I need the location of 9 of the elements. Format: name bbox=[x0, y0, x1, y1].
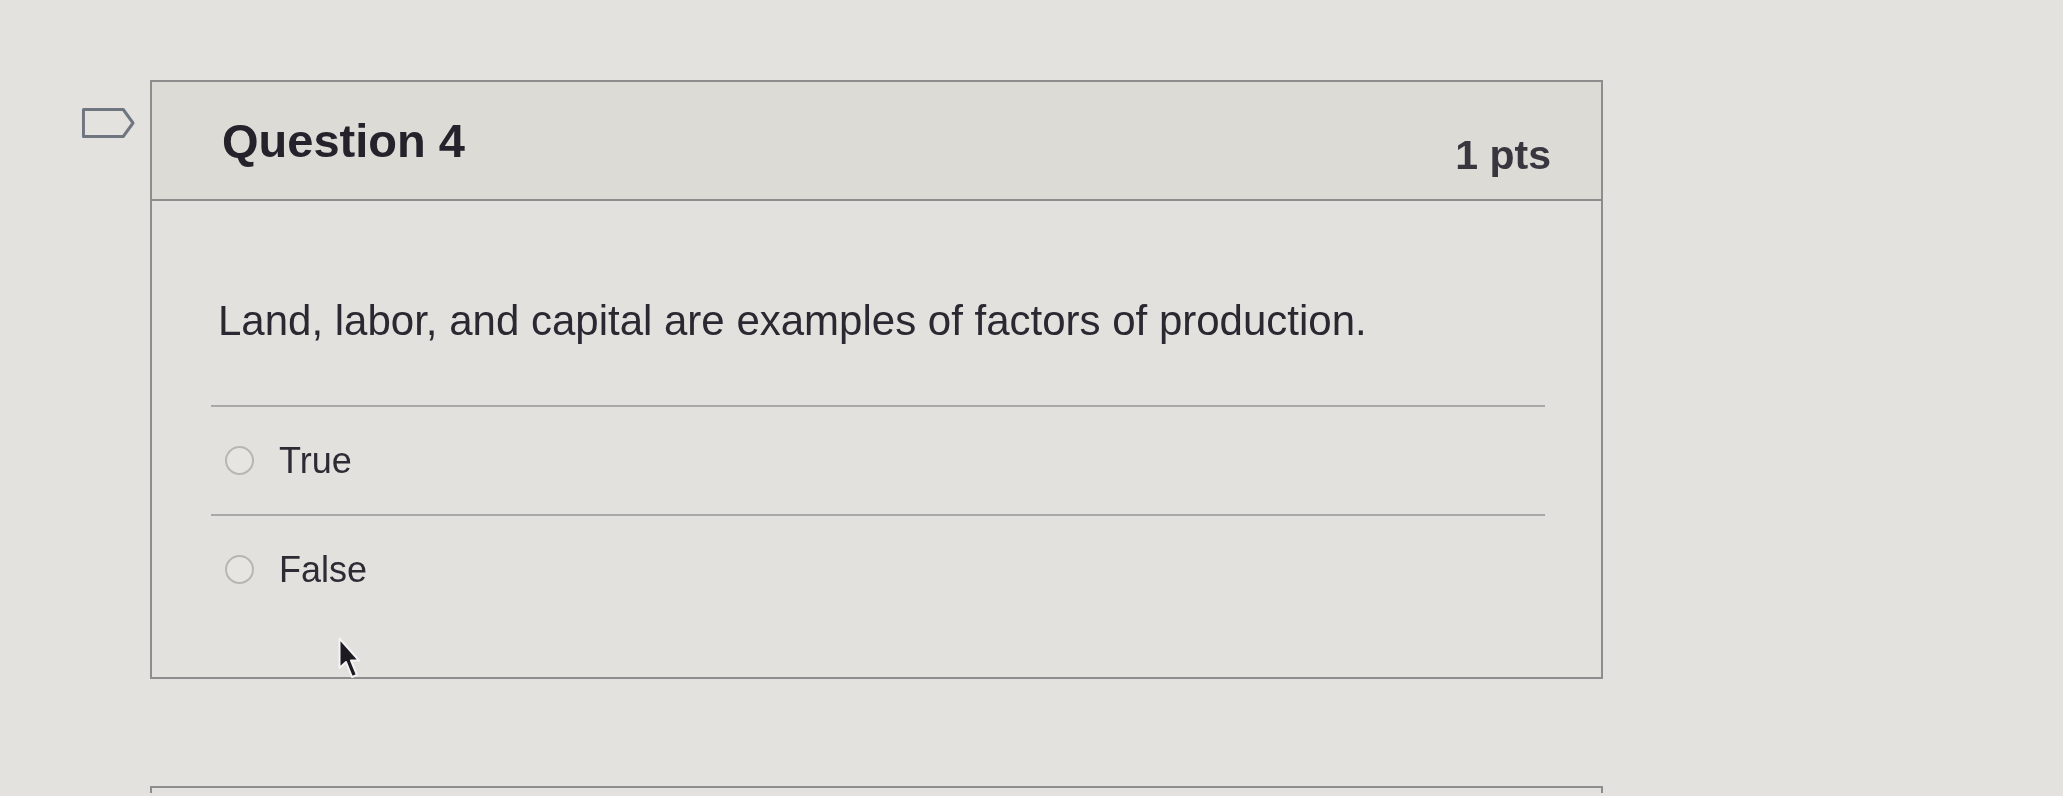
mouse-pointer-icon bbox=[338, 637, 360, 679]
question-title: Question 4 bbox=[222, 113, 465, 168]
radio-button[interactable] bbox=[225, 555, 254, 584]
answer-label[interactable]: False bbox=[279, 548, 368, 591]
flag-question-icon[interactable] bbox=[82, 108, 135, 138]
question-text: Land, labor, and capital are examples of factors of production. bbox=[218, 296, 1368, 346]
radio-button[interactable] bbox=[225, 446, 254, 475]
answer-label[interactable]: True bbox=[279, 439, 352, 482]
question-points: 1 pts bbox=[1455, 132, 1551, 179]
